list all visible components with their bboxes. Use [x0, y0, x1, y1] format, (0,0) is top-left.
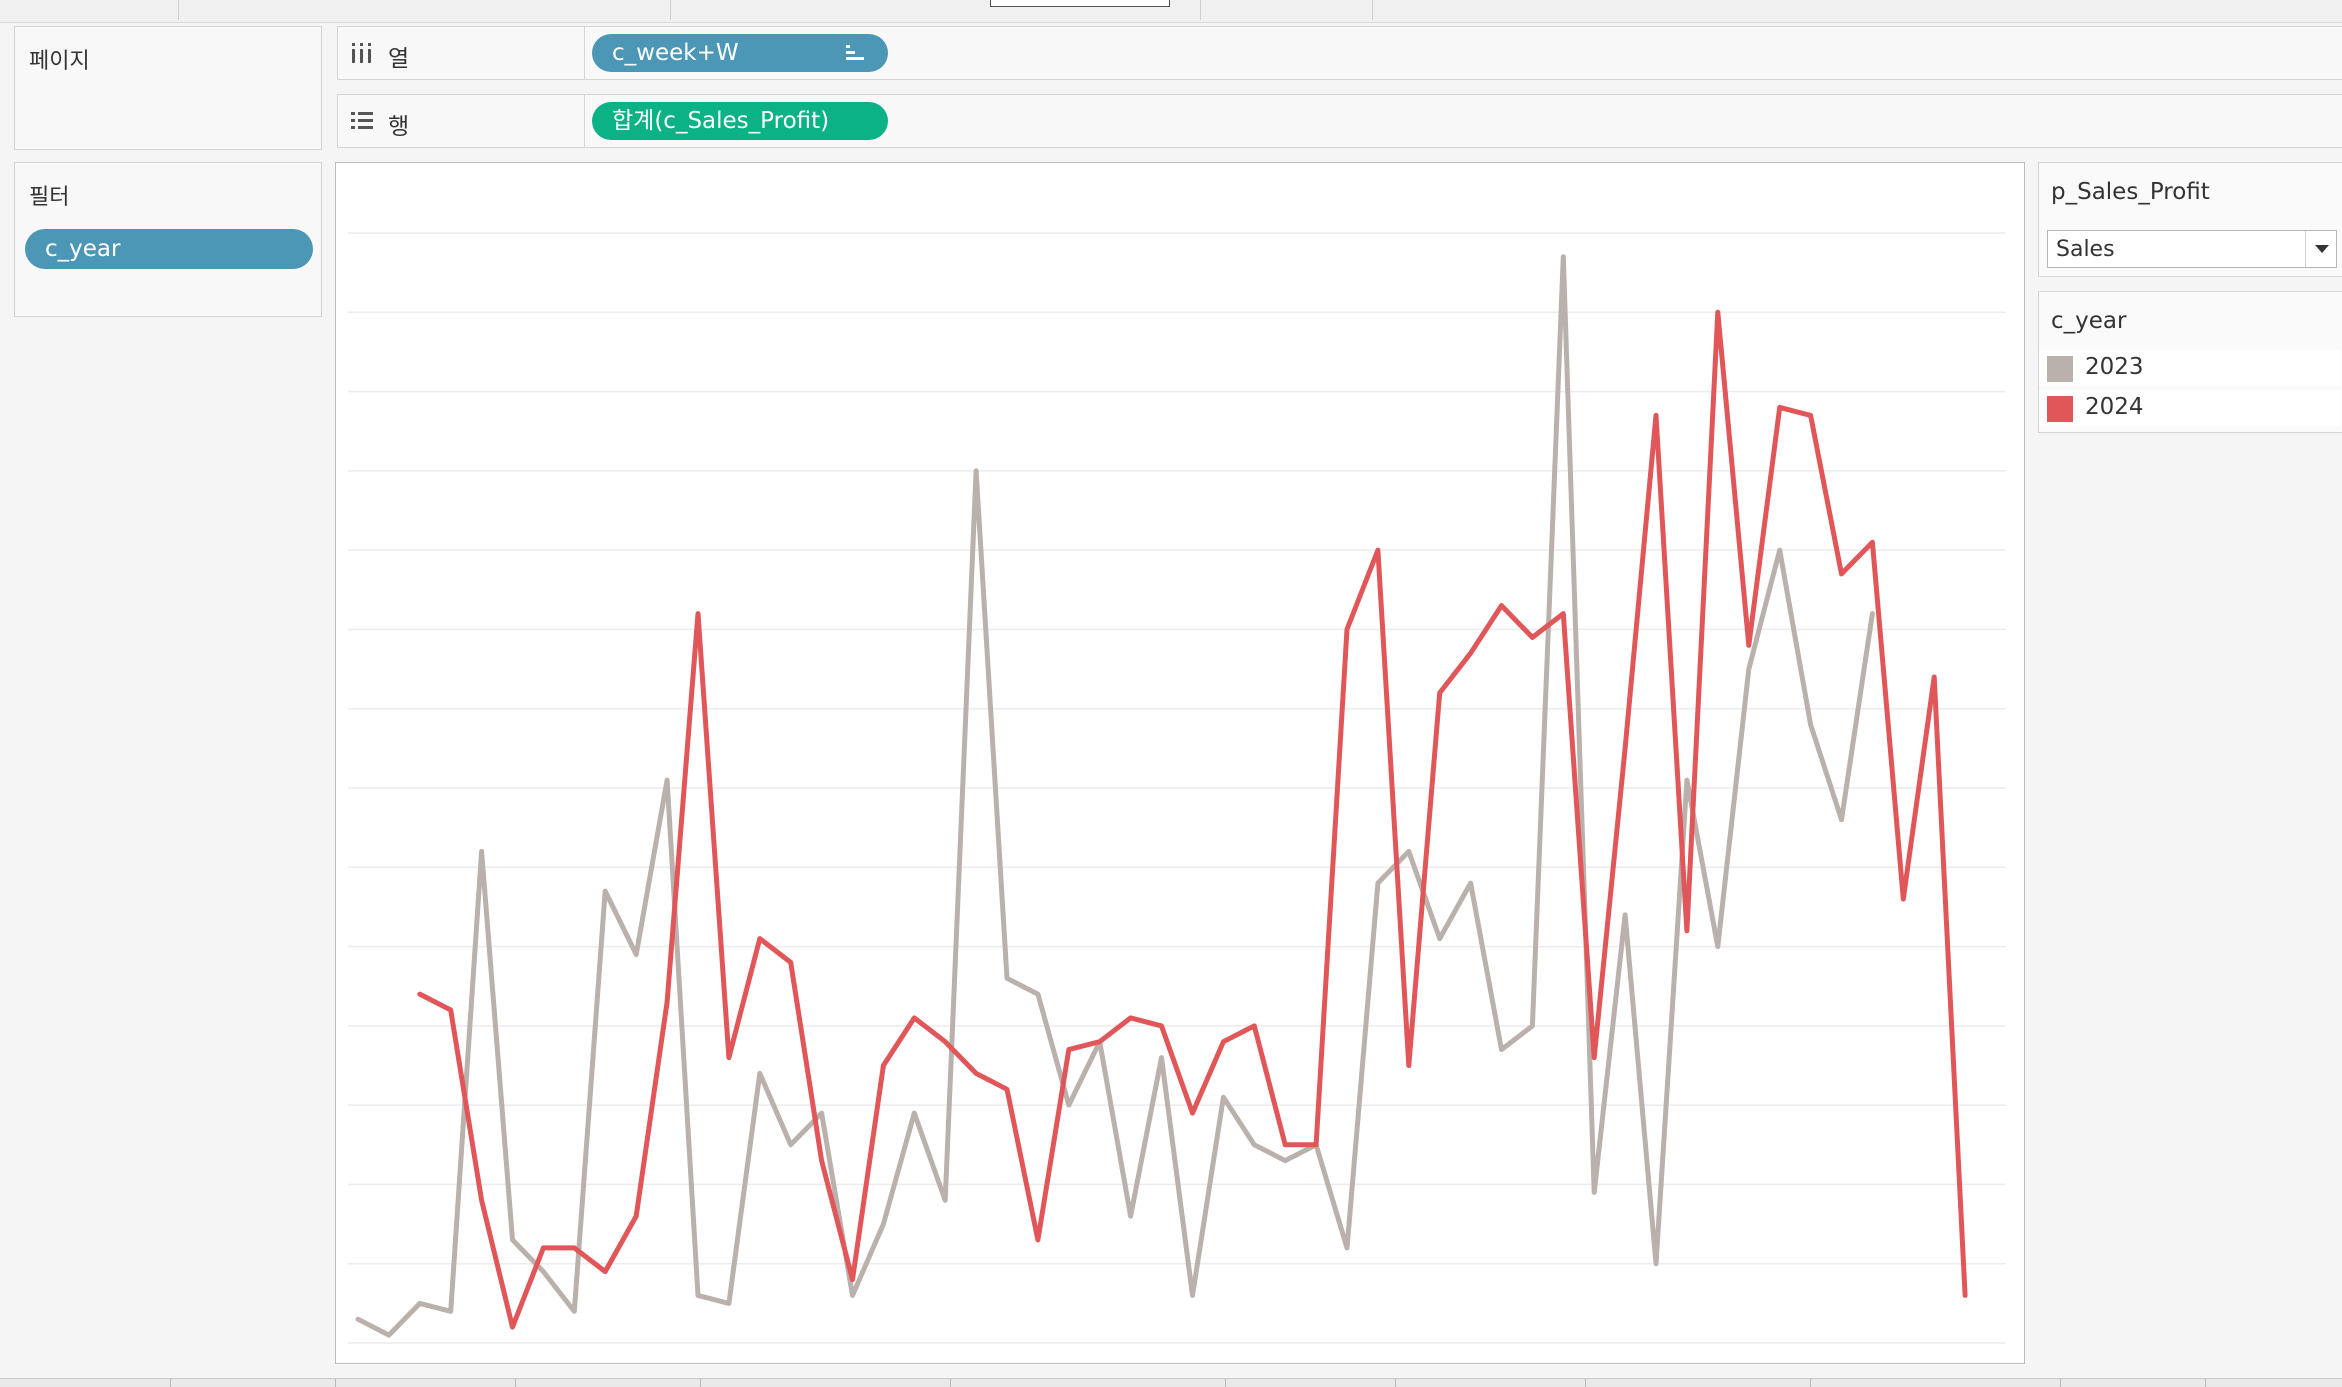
chevron-down-icon — [2315, 245, 2329, 253]
toolbar-fit-dropdown[interactable] — [990, 0, 1170, 7]
toolbar-separator — [1200, 0, 1201, 20]
rows-shelf-label: 행 — [388, 114, 410, 140]
rows-icon — [351, 112, 373, 129]
line-chart-svg — [348, 232, 2006, 1344]
rows-pill-label: 합계(c_Sales_Profit) — [612, 108, 830, 134]
legend-item-2024[interactable]: 2024 — [2039, 390, 2341, 426]
toolbar-separator — [1372, 0, 1373, 20]
columns-icon — [352, 43, 371, 63]
parameter-card[interactable]: p_Sales_Profit Sales — [2038, 162, 2342, 277]
filters-card[interactable]: 필터 c_year — [14, 162, 322, 317]
line-chart[interactable] — [335, 162, 2025, 1364]
columns-shelf-label: 열 — [388, 46, 410, 72]
legend-item-2023[interactable]: 2023 — [2039, 350, 2341, 386]
legend-swatch — [2047, 396, 2073, 422]
toolbar — [0, 0, 2342, 23]
columns-shelf[interactable]: 열 c_week+W — [337, 26, 2342, 80]
pages-card-title: 페이지 — [29, 49, 90, 74]
parameter-dropdown[interactable]: Sales — [2047, 230, 2337, 268]
legend-label: 2024 — [2085, 394, 2144, 420]
rows-shelf[interactable]: 행 합계(c_Sales_Profit) — [337, 94, 2342, 148]
toolbar-separator — [670, 0, 671, 20]
filter-pill-c-year[interactable]: c_year — [25, 229, 313, 269]
filters-card-title: 필터 — [29, 185, 70, 210]
rows-pill-sum-sales-profit[interactable]: 합계(c_Sales_Profit) — [592, 102, 888, 140]
dropdown-arrow-button[interactable] — [2305, 231, 2336, 267]
pages-card[interactable]: 페이지 — [14, 26, 322, 150]
columns-pill-label: c_week+W — [612, 40, 739, 66]
filter-pill-label: c_year — [45, 236, 121, 262]
color-legend[interactable]: c_year 2023 2024 — [2038, 291, 2342, 433]
legend-title: c_year — [2051, 308, 2127, 334]
toolbar-separator — [178, 0, 179, 20]
columns-shelf-label-area: 열 — [338, 27, 585, 79]
parameter-dropdown-value: Sales — [2056, 237, 2115, 262]
rows-shelf-label-area: 행 — [338, 95, 585, 147]
series-line-2023[interactable] — [355, 254, 1875, 1338]
sort-descending-icon[interactable] — [844, 44, 866, 62]
legend-label: 2023 — [2085, 354, 2144, 380]
parameter-title: p_Sales_Profit — [2051, 179, 2210, 205]
columns-pill-c-week[interactable]: c_week+W — [592, 34, 888, 72]
legend-swatch — [2047, 356, 2073, 382]
